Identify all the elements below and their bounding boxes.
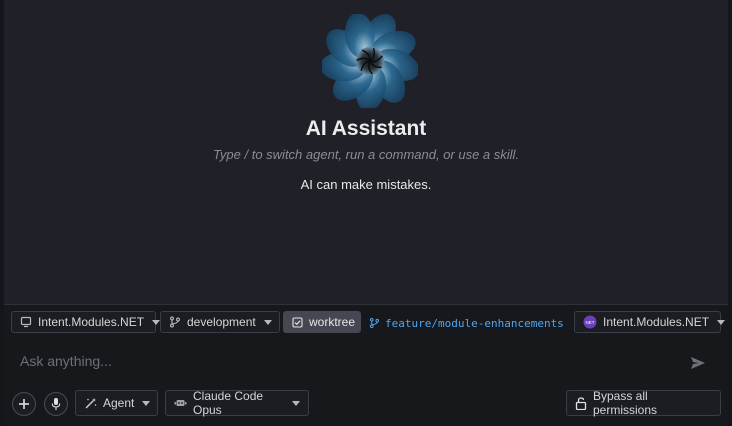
branch-label: development — [187, 315, 256, 329]
dotnet-badge-icon: NET — [583, 315, 597, 329]
spiral-flower-logo — [322, 14, 418, 108]
git-branch-icon — [170, 316, 180, 328]
feature-branch-link[interactable]: feature/module-enhancements — [369, 313, 564, 333]
worktree-label: worktree — [309, 315, 356, 329]
add-button[interactable] — [12, 392, 36, 416]
microphone-icon — [51, 398, 61, 410]
solution-selector[interactable]: NET Intent.Modules.NET — [574, 311, 726, 333]
unlock-icon — [575, 396, 587, 410]
plus-icon — [19, 399, 29, 409]
bypass-permissions-button[interactable]: Bypass all permissions — [566, 389, 721, 417]
composer-panel: Intent.Modules.NET development worktree … — [4, 305, 728, 426]
agent-label: Agent — [103, 396, 135, 410]
chevron-down-icon — [142, 400, 151, 406]
chat-welcome-panel: AI Assistant Type / to switch agent, run… — [4, 0, 728, 305]
agent-selector[interactable]: Agent — [75, 390, 158, 416]
send-icon[interactable] — [690, 356, 706, 370]
chat-input[interactable]: Ask anything... — [20, 353, 112, 369]
branch-selector[interactable]: development — [160, 311, 280, 333]
chevron-down-icon — [263, 319, 272, 325]
chevron-down-icon — [292, 400, 300, 406]
badge-text: NET — [586, 320, 595, 325]
window-border-right — [728, 0, 732, 426]
checkbox-icon — [292, 316, 303, 328]
git-branch-icon — [369, 318, 380, 328]
feature-branch-label: feature/module-enhancements — [385, 316, 564, 330]
hint-text: Type / to switch agent, run a command, o… — [212, 147, 520, 162]
model-selector[interactable]: Claude Code Opus — [165, 389, 309, 417]
chevron-down-icon — [152, 319, 161, 325]
chevron-down-icon — [717, 319, 726, 325]
bypass-permissions-label: Bypass all permissions — [593, 389, 658, 417]
worktree-toggle[interactable]: worktree — [283, 311, 361, 333]
monitor-icon — [20, 316, 32, 328]
project-label: Intent.Modules.NET — [38, 315, 145, 329]
microphone-button[interactable] — [44, 392, 68, 416]
robot-icon — [174, 400, 187, 406]
magic-wand-icon — [85, 397, 97, 409]
solution-label: Intent.Modules.NET — [603, 315, 710, 329]
disclaimer-text: AI can make mistakes. — [300, 177, 432, 192]
project-selector[interactable]: Intent.Modules.NET — [11, 311, 161, 333]
page-title: AI Assistant — [305, 117, 427, 140]
model-label: Claude Code Opus — [193, 389, 264, 417]
